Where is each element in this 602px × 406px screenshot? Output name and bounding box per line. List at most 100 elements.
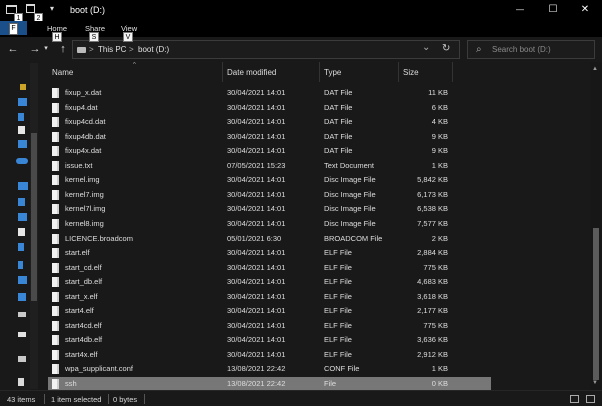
file-list-scrollbar[interactable]: ▲ ▼ bbox=[590, 62, 602, 390]
file-type: DAT File bbox=[324, 131, 353, 141]
table-row[interactable]: start4cd.elf 30/04/2021 14:01 ELF File 775 … bbox=[48, 319, 491, 333]
column-divider[interactable] bbox=[319, 62, 320, 82]
address-dropdown-icon[interactable]: ⌄ bbox=[422, 42, 430, 53]
tab-file[interactable]: F bbox=[0, 21, 27, 35]
search-icon: ⌕ bbox=[476, 44, 482, 55]
forward-button[interactable]: → bbox=[28, 42, 42, 56]
file-name: wpa_supplicant.conf bbox=[65, 364, 133, 374]
file-date-modified: 30/04/2021 14:01 bbox=[227, 320, 286, 330]
file-date-modified: 30/04/2021 14:01 bbox=[227, 204, 286, 214]
table-row[interactable]: start_cd.elf 30/04/2021 14:01 ELF File 775 … bbox=[48, 261, 491, 275]
navigation-pane-scroll-thumb[interactable] bbox=[31, 133, 37, 301]
address-bar[interactable]: > This PC > boot (D:) ⌄ ↻ bbox=[72, 40, 460, 59]
file-size: 11 KB bbox=[428, 88, 448, 97]
up-button[interactable]: ↑ bbox=[56, 42, 70, 56]
downloads-folder-icon[interactable] bbox=[18, 243, 24, 251]
table-row[interactable]: start_x.elf 30/04/2021 14:01 ELF File 3,618… bbox=[48, 290, 491, 304]
table-row[interactable]: start_db.elf 30/04/2021 14:01 ELF File 4,68… bbox=[48, 275, 491, 289]
table-row[interactable]: fixup4db.dat 30/04/2021 14:01 DAT File 9 KB bbox=[48, 130, 491, 144]
customize-dropdown-icon[interactable]: ▾ bbox=[50, 4, 54, 13]
column-header-size[interactable]: Size bbox=[403, 68, 419, 77]
music-folder-icon[interactable] bbox=[18, 261, 23, 269]
drive-icon bbox=[77, 47, 86, 53]
table-row[interactable]: start4.elf 30/04/2021 14:01 ELF File 2,177 … bbox=[48, 304, 491, 318]
details-view-icon[interactable] bbox=[570, 395, 579, 403]
file-name: start_cd.elf bbox=[65, 262, 102, 272]
linux-icon[interactable] bbox=[18, 378, 24, 386]
documents-icon[interactable] bbox=[18, 126, 25, 134]
file-type: ELF File bbox=[324, 306, 352, 316]
file-type: DAT File bbox=[324, 88, 353, 97]
table-row[interactable]: fixup4.dat 30/04/2021 14:01 DAT File 6 KB bbox=[48, 101, 491, 115]
properties-icon[interactable] bbox=[26, 4, 35, 13]
videos-folder-icon[interactable] bbox=[18, 293, 26, 301]
pictures-icon[interactable] bbox=[18, 140, 27, 148]
table-row[interactable]: wpa_supplicant.conf 13/08/2021 22:42 CONF … bbox=[48, 362, 491, 376]
onedrive-icon[interactable] bbox=[16, 158, 28, 164]
file-name: start4db.elf bbox=[65, 335, 103, 345]
boot-drive-icon[interactable] bbox=[18, 332, 26, 337]
table-row[interactable]: ssh 13/08/2021 22:42 File 0 KB bbox=[48, 377, 491, 390]
scroll-up-icon[interactable]: ▲ bbox=[592, 66, 598, 72]
breadcrumb-boot-drive[interactable]: boot (D:) bbox=[138, 45, 169, 54]
file-icon bbox=[52, 306, 59, 317]
file-icon bbox=[52, 320, 59, 331]
pictures-folder-icon[interactable] bbox=[18, 276, 27, 284]
maximize-button[interactable]: ☐ bbox=[538, 0, 568, 21]
network-icon[interactable] bbox=[18, 356, 26, 362]
column-divider[interactable] bbox=[452, 62, 453, 82]
breadcrumb-separator[interactable]: > bbox=[89, 45, 94, 54]
file-type: ELF File bbox=[324, 291, 352, 301]
scroll-thumb[interactable] bbox=[593, 228, 599, 380]
recent-locations-button[interactable]: ▾ bbox=[42, 42, 50, 56]
table-row[interactable]: issue.txt 07/05/2021 15:23 Text Document 1 … bbox=[48, 159, 491, 173]
file-size: 1 KB bbox=[431, 160, 448, 170]
column-divider[interactable] bbox=[222, 62, 223, 82]
file-size: 2,884 KB bbox=[417, 248, 448, 258]
pin-icon[interactable] bbox=[20, 84, 26, 90]
desktop-icon[interactable] bbox=[18, 98, 27, 106]
desktop-folder-icon[interactable] bbox=[18, 213, 27, 221]
back-button[interactable]: ← bbox=[6, 42, 20, 56]
refresh-icon[interactable]: ↻ bbox=[442, 43, 450, 54]
file-icon bbox=[52, 233, 59, 244]
close-button[interactable]: ✕ bbox=[570, 0, 600, 21]
file-name: kernel7.img bbox=[65, 189, 104, 199]
table-row[interactable]: kernel.img 30/04/2021 14:01 Disc Image Fil… bbox=[48, 173, 491, 187]
local-disk-icon[interactable] bbox=[18, 312, 26, 317]
column-header-date-modified[interactable]: Date modified bbox=[227, 68, 276, 77]
file-name: kernel.img bbox=[65, 175, 100, 185]
file-date-modified: 30/04/2021 14:01 bbox=[227, 335, 286, 345]
table-row[interactable]: LICENCE.broadcom 05/01/2021 6:30 BROADCOM … bbox=[48, 232, 491, 246]
file-icon bbox=[52, 379, 59, 389]
table-row[interactable]: fixup_x.dat 30/04/2021 14:01 DAT File 11 KB bbox=[48, 86, 491, 100]
documents-folder-icon[interactable] bbox=[18, 228, 25, 236]
search-box[interactable]: ⌕ Search boot (D:) bbox=[467, 40, 595, 59]
table-row[interactable]: start.elf 30/04/2021 14:01 ELF File 2,884 K… bbox=[48, 246, 491, 260]
file-size: 2,177 KB bbox=[417, 306, 448, 316]
breadcrumb-separator[interactable]: > bbox=[129, 45, 134, 54]
file-type: ELF File bbox=[324, 262, 352, 272]
3d-objects-icon[interactable] bbox=[18, 198, 25, 206]
table-row[interactable]: kernel7.img 30/04/2021 14:01 Disc Image Fi… bbox=[48, 188, 491, 202]
column-header-type[interactable]: Type bbox=[324, 68, 341, 77]
file-list: ^ Name Date modified Type Size fixup_x.d… bbox=[40, 62, 590, 390]
status-divider bbox=[44, 394, 45, 404]
table-row[interactable]: start4db.elf 30/04/2021 14:01 ELF File 3,63… bbox=[48, 333, 491, 347]
minimize-button[interactable]: — bbox=[505, 0, 535, 21]
column-header-name[interactable]: Name bbox=[52, 68, 73, 77]
breadcrumb-this-pc[interactable]: This PC bbox=[98, 45, 126, 54]
table-row[interactable]: start4x.elf 30/04/2021 14:01 ELF File 2,912… bbox=[48, 348, 491, 362]
this-pc-icon[interactable] bbox=[18, 182, 28, 190]
search-input[interactable]: Search boot (D:) bbox=[492, 45, 551, 54]
title-bar: 1 2 ▾ boot (D:) — ☐ ✕ bbox=[0, 0, 602, 23]
table-row[interactable]: fixup4x.dat 30/04/2021 14:01 DAT File 9 KB bbox=[48, 144, 491, 158]
column-divider[interactable] bbox=[398, 62, 399, 82]
navigation-pane-scrollbar[interactable] bbox=[30, 63, 38, 389]
downloads-icon[interactable] bbox=[18, 113, 24, 121]
scroll-down-icon[interactable]: ▼ bbox=[592, 380, 598, 386]
table-row[interactable]: fixup4cd.dat 30/04/2021 14:01 DAT File 4 KB bbox=[48, 115, 491, 129]
table-row[interactable]: kernel8.img 30/04/2021 14:01 Disc Image Fi… bbox=[48, 217, 491, 231]
large-icons-view-icon[interactable] bbox=[586, 395, 595, 403]
table-row[interactable]: kernel7l.img 30/04/2021 14:01 Disc Image F… bbox=[48, 202, 491, 216]
